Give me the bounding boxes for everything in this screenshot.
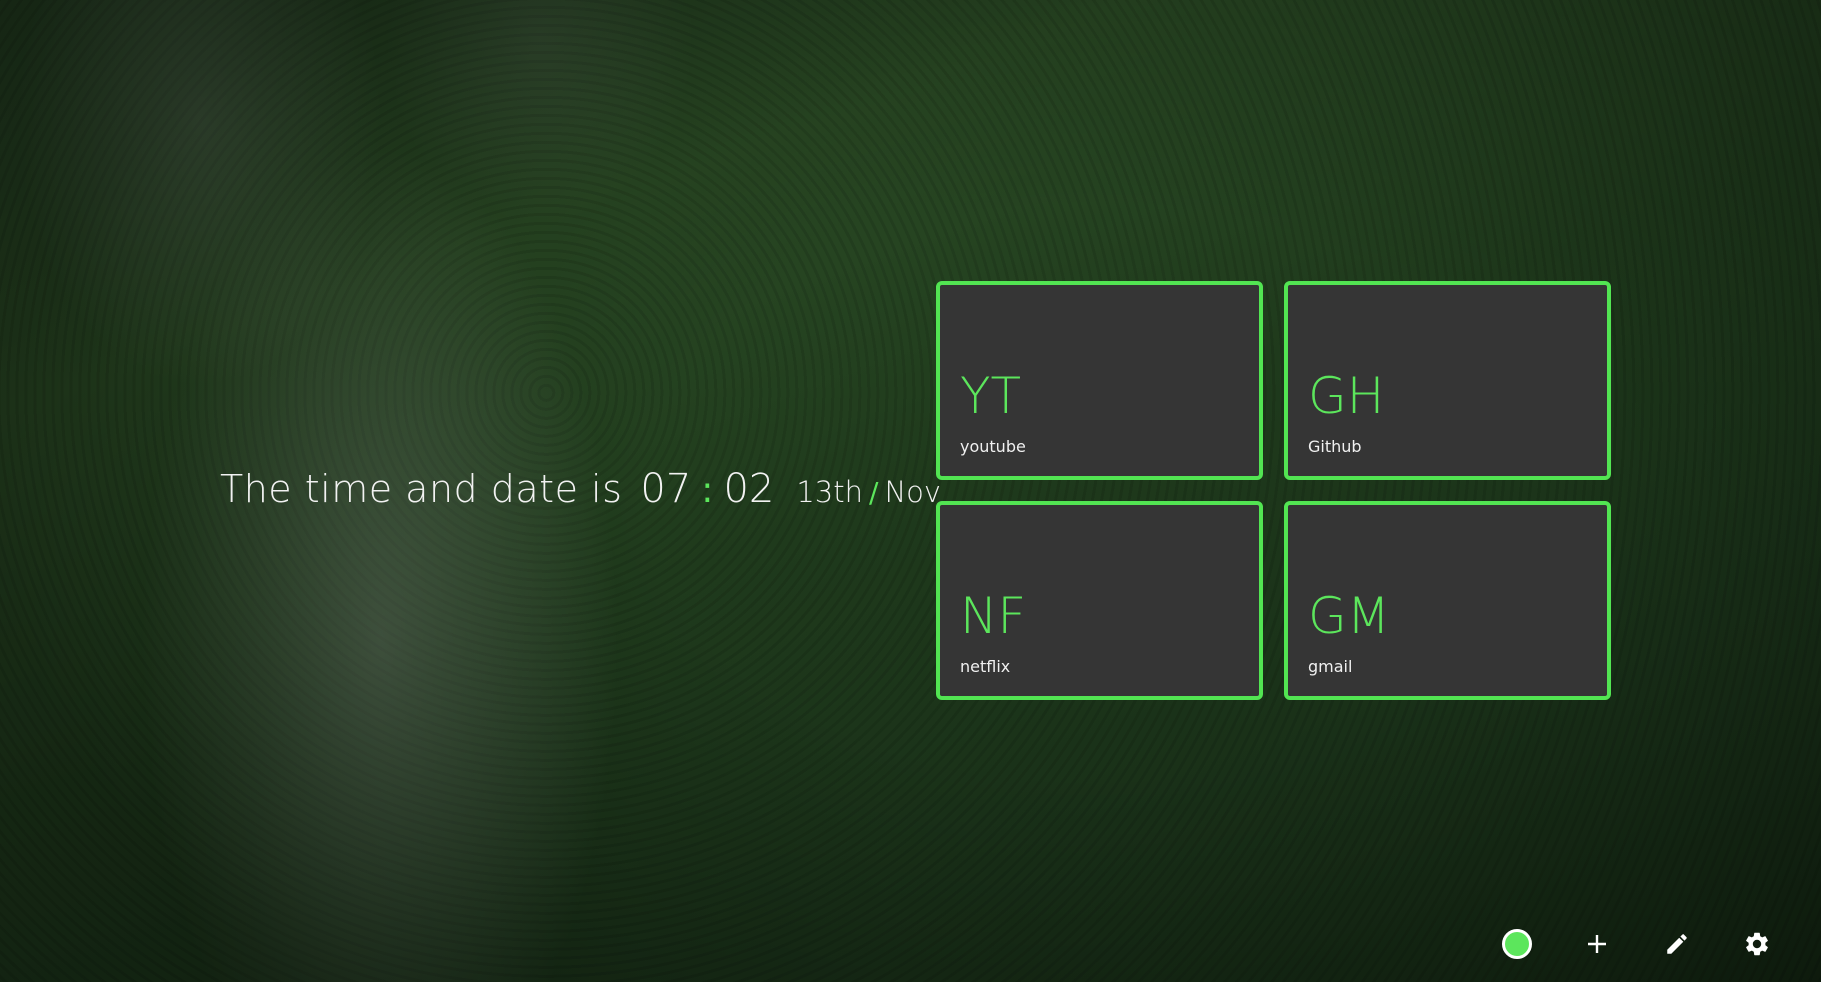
clock-hour: 07: [640, 466, 692, 512]
shortcut-tile-gmail[interactable]: GM gmail: [1284, 501, 1611, 700]
shortcut-abbr: YT: [960, 367, 1022, 425]
edit-button[interactable]: [1659, 926, 1695, 962]
clock-display: The time and date is 07 : 02 13th / Nov: [220, 466, 941, 512]
shortcut-name: Github: [1308, 437, 1362, 456]
shortcut-abbr: GM: [1308, 587, 1390, 645]
date-month: Nov: [884, 475, 942, 509]
shortcut-name: gmail: [1308, 657, 1353, 676]
pencil-icon: [1667, 934, 1687, 954]
settings-button[interactable]: [1739, 926, 1775, 962]
clock-separator: :: [701, 470, 714, 511]
shortcut-name: youtube: [960, 437, 1026, 456]
clock-minute: 02: [723, 466, 775, 512]
plus-icon: [1588, 935, 1606, 953]
date-day: 13th: [796, 475, 863, 509]
gear-icon: [1746, 932, 1768, 956]
shortcut-grid: YT youtube GH Github NF netflix GM gmail: [936, 281, 1611, 700]
shortcut-tile-netflix[interactable]: NF netflix: [936, 501, 1263, 700]
clock-lead-text: The time and date is: [220, 467, 623, 511]
date-separator: /: [869, 476, 879, 509]
shortcut-abbr: NF: [960, 587, 1027, 645]
shortcut-tile-youtube[interactable]: YT youtube: [936, 281, 1263, 480]
shortcut-tile-github[interactable]: GH Github: [1284, 281, 1611, 480]
add-shortcut-button[interactable]: [1579, 926, 1615, 962]
shortcut-abbr: GH: [1308, 367, 1385, 425]
bottom-toolbar: [1481, 908, 1821, 982]
theme-color-button[interactable]: [1499, 926, 1535, 962]
shortcut-name: netflix: [960, 657, 1011, 676]
color-dot-icon: [1502, 929, 1532, 959]
